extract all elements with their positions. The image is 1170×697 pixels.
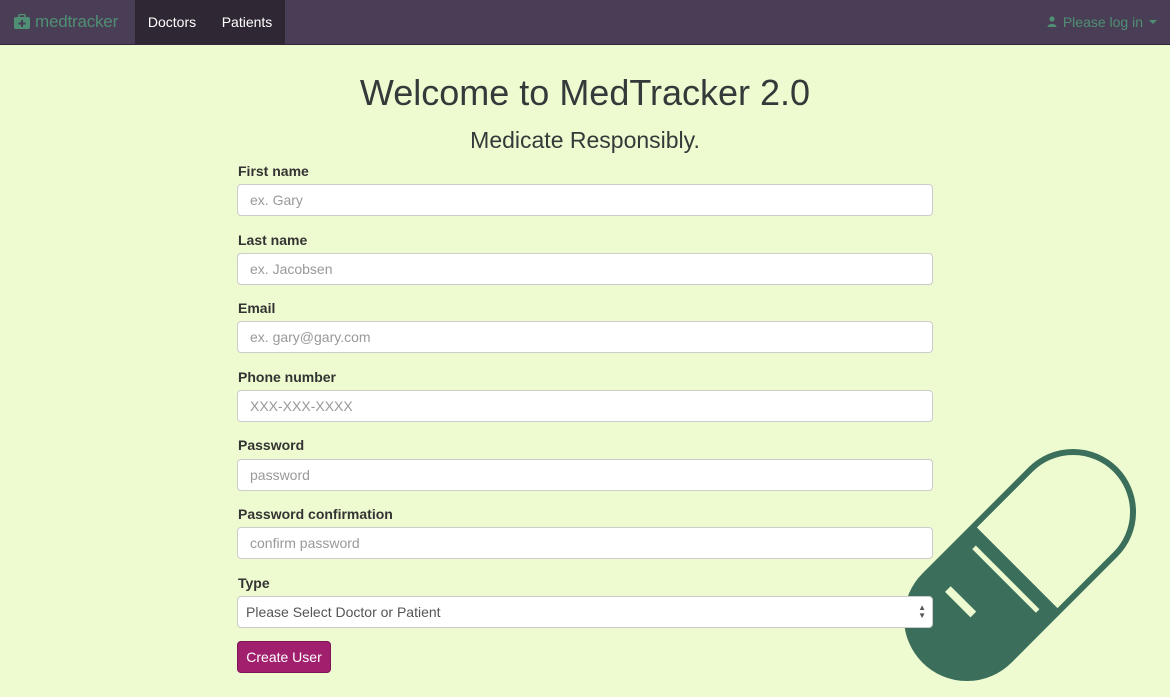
select-arrows-icon: ▲ ▼ xyxy=(918,603,926,620)
type-select-value: Please Select Doctor or Patient xyxy=(246,604,441,620)
user-icon xyxy=(1047,14,1057,30)
type-label: Type xyxy=(238,575,270,591)
tab-doctors[interactable]: Doctors xyxy=(135,0,209,44)
create-user-button[interactable]: Create User xyxy=(237,641,331,673)
page-title: Welcome to MedTracker 2.0 xyxy=(359,72,811,113)
tab-patients[interactable]: Patients xyxy=(209,0,285,44)
type-select[interactable]: Please Select Doctor or Patient ▲ ▼ xyxy=(237,596,933,628)
first-name-input[interactable] xyxy=(237,184,933,216)
phone-label: Phone number xyxy=(238,369,337,385)
caret-down-icon xyxy=(1149,20,1157,24)
page-subtitle: Medicate Responsibly. xyxy=(470,127,700,153)
navbar: medtracker Doctors Patients Please log i… xyxy=(0,0,1170,45)
brand-name: medtracker xyxy=(35,12,119,31)
password-confirmation-input[interactable] xyxy=(237,527,933,559)
last-name-label: Last name xyxy=(238,232,308,248)
login-label: Please log in xyxy=(1062,14,1143,30)
password-label: Password xyxy=(238,437,305,453)
brand-link[interactable]: medtracker xyxy=(13,0,118,44)
password-confirmation-label: Password confirmation xyxy=(238,506,393,522)
last-name-input[interactable] xyxy=(237,253,933,285)
first-name-label: First name xyxy=(238,163,309,179)
email-label: Email xyxy=(238,300,276,316)
email-input[interactable] xyxy=(237,321,933,353)
phone-input[interactable] xyxy=(237,390,933,422)
login-dropdown[interactable]: Please log in xyxy=(1047,0,1157,44)
password-input[interactable] xyxy=(237,459,933,491)
medkit-icon xyxy=(13,13,31,30)
pill-icon xyxy=(903,448,1137,682)
